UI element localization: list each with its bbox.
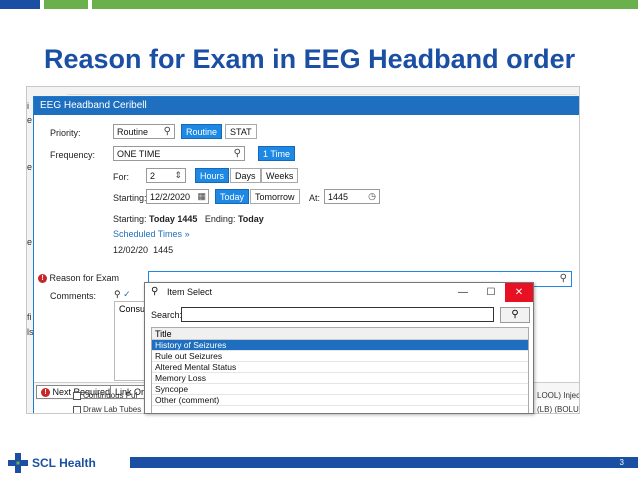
background-row (67, 87, 577, 95)
for-value: 2 (150, 171, 156, 181)
stepper-icon[interactable]: ⇕ (174, 170, 182, 181)
maximize-icon[interactable]: ☐ (477, 283, 505, 302)
required-error-icon: ! (41, 388, 50, 398)
footer-bar (130, 457, 638, 468)
right-fragment-2: (LB) (BOLUS (537, 405, 580, 414)
priority-input[interactable]: Routine ⚲ (113, 124, 175, 139)
cross-logo-icon (8, 453, 28, 473)
list-item-history-of-seizures[interactable]: History of Seizures (152, 340, 528, 351)
frequency-1-time-button[interactable]: 1 Time (258, 146, 296, 161)
search-icon: ⚲ (151, 286, 159, 297)
comments-value: Consul (119, 304, 148, 314)
search-icon: ⚲ (511, 309, 519, 320)
starting-today-button[interactable]: Today (215, 189, 250, 204)
start-time-input[interactable]: 1445 ◷ (324, 189, 380, 204)
priority-stat-button[interactable]: STAT (225, 124, 257, 139)
scheduled-times-link-text: Scheduled Times (113, 229, 183, 239)
starting-date-value: 12/2/2020 (150, 192, 191, 202)
scheduled-time-row: 12/02/20 1445 (113, 245, 173, 255)
for-input[interactable]: 2 ⇕ (146, 168, 186, 183)
dialog-title-bar: ⚲ Item Select — ☐ ✕ (145, 283, 533, 302)
item-select-dialog: ⚲ Item Select — ☐ ✕ Search: ⚲ Title Hist… (144, 282, 534, 414)
summary-ending-label: Ending: (204, 214, 236, 224)
comments-toolbar: ⚲ ✓ (114, 289, 131, 300)
chevron-up-icon: » (184, 229, 190, 239)
reason-label: ! Reason for Exam (38, 273, 120, 284)
priority-value: Routine (117, 127, 149, 137)
reason-label-text: Reason for Exam (49, 273, 120, 283)
at-label: At: (309, 193, 321, 203)
for-label: For: (113, 172, 130, 182)
starting-date-input[interactable]: 12/2/2020 ▦ (146, 189, 209, 204)
window-controls: — ☐ ✕ (449, 283, 533, 302)
accent-bar-green-2 (92, 0, 638, 9)
order-list-row-2[interactable]: Draw Lab Tubes (73, 405, 142, 414)
top-accent-bar (0, 0, 638, 9)
checkbox[interactable] (73, 405, 81, 413)
order-list-row-2-label: Draw Lab Tubes (83, 405, 142, 414)
accent-bar-blue (0, 0, 40, 9)
scheduled-time: 1445 (153, 245, 174, 255)
item-list: Title History of Seizures Rule out Seizu… (151, 327, 529, 413)
starting-label: Starting: (113, 193, 147, 203)
list-item-other-comment[interactable]: Other (comment) (152, 395, 528, 406)
search-icon[interactable]: ⚲ (234, 148, 241, 159)
duration-days-button[interactable]: Days (230, 168, 261, 183)
list-item-memory-loss[interactable]: Memory Loss (152, 373, 528, 384)
list-item-altered-mental-status[interactable]: Altered Mental Status (152, 362, 528, 373)
frequency-value: ONE TIME (117, 149, 161, 159)
summary-starting-value: Today 1445 (149, 214, 198, 224)
start-time-value: 1445 (328, 192, 349, 202)
list-item-rule-out-seizures[interactable]: Rule out Seizures (152, 351, 528, 362)
find-icon[interactable]: ⚲ (114, 289, 121, 299)
comments-label: Comments: (50, 291, 97, 301)
calendar-icon[interactable]: ▦ (197, 191, 206, 202)
clock-icon[interactable]: ◷ (368, 191, 376, 202)
accent-bar-green-1 (44, 0, 88, 9)
frequency-input[interactable]: ONE TIME ⚲ (113, 146, 245, 161)
starting-tomorrow-button[interactable]: Tomorrow (250, 189, 300, 204)
summary-ending-value: Today (237, 214, 264, 224)
scl-health-logo: SCL Health (8, 452, 96, 474)
list-column-header[interactable]: Title (152, 328, 528, 340)
duration-weeks-button[interactable]: Weeks (261, 168, 299, 183)
page-number: 3 (619, 458, 624, 467)
logo-text: SCL Health (32, 456, 96, 470)
scheduled-times-link[interactable]: Scheduled Times » (113, 229, 190, 239)
duration-hours-button[interactable]: Hours (195, 168, 230, 183)
scheduled-date: 12/02/20 (113, 245, 149, 255)
right-fragment-1: LOOL) Inject (537, 391, 580, 400)
required-error-icon: ! (38, 274, 47, 284)
frequency-label: Frequency: (50, 150, 96, 160)
dialog-search-input[interactable] (181, 307, 494, 322)
spell-check-icon[interactable]: ✓ (123, 289, 131, 299)
priority-routine-button[interactable]: Routine (181, 124, 223, 139)
slide-title: Reason for Exam in EEG Headband order (44, 44, 576, 74)
priority-label: Priority: (50, 128, 81, 138)
list-item-syncope[interactable]: Syncope (152, 384, 528, 395)
dialog-search-label: Search: (151, 310, 183, 320)
order-list-row-1[interactable]: Continuous Pul (73, 391, 137, 400)
search-icon[interactable]: ⚲ (164, 126, 171, 137)
order-list-row-1-label: Continuous Pul (83, 391, 138, 400)
checkbox[interactable] (73, 391, 81, 400)
close-icon[interactable]: ✕ (505, 283, 533, 302)
dialog-search-button[interactable]: ⚲ (500, 307, 530, 323)
search-icon[interactable]: ⚲ (560, 273, 567, 284)
dialog-title: Item Select (167, 287, 213, 297)
summary-line: Starting: Today 1445 Ending: Today (113, 214, 264, 224)
summary-starting-label: Starting: (113, 214, 147, 224)
minimize-icon[interactable]: — (449, 283, 477, 302)
order-title: EEG Headband Ceribell (34, 97, 579, 115)
